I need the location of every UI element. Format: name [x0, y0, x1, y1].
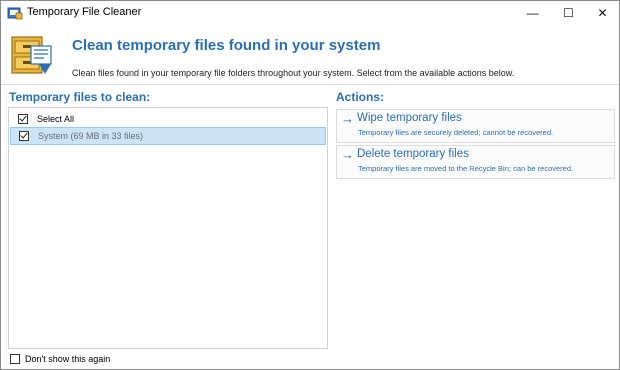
- action-title: Delete temporary files: [357, 148, 469, 160]
- arrow-right-icon: →: [341, 147, 354, 162]
- arrow-right-icon: →: [341, 111, 354, 126]
- dont-show-again-label: Don't show this again: [25, 354, 111, 364]
- window-title: Temporary File Cleaner: [27, 6, 142, 18]
- action-title: Wipe temporary files: [357, 112, 462, 124]
- header-divider: [1, 84, 619, 85]
- files-section-label: Temporary files to clean:: [9, 90, 151, 104]
- list-item-select-all[interactable]: Select All: [10, 110, 326, 128]
- maximize-button[interactable]: ☐: [553, 1, 584, 25]
- wipe-temp-files-button[interactable]: → Wipe temporary files Temporary files a…: [336, 109, 615, 143]
- dont-show-again-option[interactable]: Don't show this again: [10, 354, 110, 364]
- file-cabinet-icon: [11, 36, 52, 74]
- action-subtitle: Temporary files are securely deleted; ca…: [358, 128, 554, 137]
- page-title: Clean temporary files found in your syst…: [72, 37, 381, 54]
- app-icon: [7, 7, 23, 20]
- list-item-system[interactable]: System (69 MB in 33 files): [10, 127, 326, 145]
- close-button[interactable]: ✕: [587, 1, 618, 25]
- minimize-icon: —: [526, 6, 539, 20]
- minimize-button[interactable]: —: [517, 1, 548, 25]
- action-subtitle: Temporary files are moved to the Recycle…: [358, 164, 574, 173]
- list-item-label: System (69 MB in 33 files): [38, 131, 144, 141]
- title-bar[interactable]: Temporary File Cleaner — ☐ ✕: [1, 1, 619, 25]
- system-checkbox[interactable]: [19, 131, 29, 141]
- list-item-label: Select All: [37, 114, 75, 124]
- delete-temp-files-button[interactable]: → Delete temporary files Temporary files…: [336, 145, 615, 179]
- temp-files-list[interactable]: Select All System (69 MB in 33 files): [8, 107, 328, 349]
- actions-section-label: Actions:: [336, 90, 384, 104]
- dont-show-again-checkbox[interactable]: [10, 354, 20, 364]
- app-window: Temporary File Cleaner — ☐ ✕ Clean tempo…: [0, 0, 620, 370]
- close-icon: ✕: [597, 6, 608, 20]
- maximize-icon: ☐: [563, 6, 574, 20]
- select-all-checkbox[interactable]: [18, 114, 28, 124]
- page-description: Clean files found in your temporary file…: [72, 68, 515, 78]
